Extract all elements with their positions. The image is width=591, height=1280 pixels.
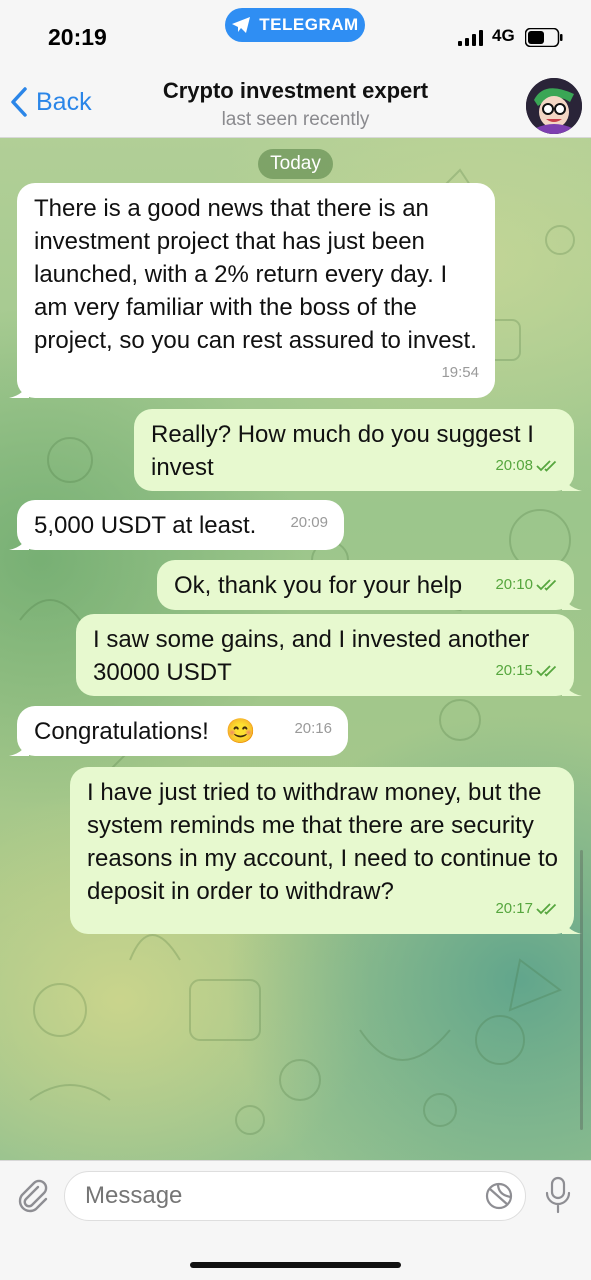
outgoing-message[interactable]: Really? How much do you suggest I invest… — [134, 409, 582, 491]
sticker-icon[interactable] — [484, 1181, 514, 1211]
bubble-tail — [562, 590, 582, 610]
message-input-bar — [0, 1160, 591, 1280]
double-check-icon — [536, 578, 557, 591]
message-time: 20:08 — [495, 457, 533, 474]
message-meta: 20:10 — [495, 568, 558, 601]
paperclip-icon[interactable] — [14, 1177, 50, 1213]
incoming-message[interactable]: 5,000 USDT at least. 20:09 — [9, 500, 344, 550]
outgoing-message[interactable]: Ok, thank you for your help 20:10 — [157, 560, 582, 610]
bubble-tail — [562, 676, 582, 696]
avatar-image — [526, 78, 582, 134]
network-type: 4G — [492, 26, 515, 45]
message-text: Congratulations! — [34, 718, 216, 745]
bubble-tail — [9, 736, 29, 756]
message-text: Ok, thank you for your help — [174, 572, 463, 599]
paper-plane-icon — [232, 17, 251, 33]
scrollbar[interactable] — [580, 850, 583, 1130]
message-time: 20:15 — [495, 662, 533, 679]
telegram-label: TELEGRAM — [259, 15, 359, 34]
bubble-tail — [562, 471, 582, 491]
double-check-icon — [536, 902, 557, 915]
message-time: 20:09 — [290, 514, 328, 531]
message-text: Really? How much do you suggest I invest — [151, 421, 534, 481]
message-text: There is a good news that there is an in… — [34, 195, 477, 354]
message-meta: 20:08 — [495, 449, 558, 482]
message-time: 20:16 — [294, 720, 332, 737]
message-text: 5,000 USDT at least. — [34, 512, 257, 539]
microphone-icon[interactable] — [543, 1175, 573, 1215]
message-text: I have just tried to withdraw money, but… — [87, 779, 558, 905]
message-meta: 20:17 — [495, 892, 558, 925]
bubble-tail — [9, 378, 29, 398]
bubble-tail — [9, 530, 29, 550]
double-check-icon — [536, 459, 557, 472]
message-input[interactable] — [64, 1171, 526, 1221]
message-text: I saw some gains, and I invested another… — [93, 626, 530, 686]
message-time: 19:54 — [441, 364, 479, 381]
smiling-emoji: 😊 — [225, 718, 256, 745]
message-time: 20:10 — [495, 576, 533, 593]
incoming-message[interactable]: There is a good news that there is an in… — [9, 183, 495, 398]
home-indicator — [190, 1262, 401, 1268]
avatar[interactable] — [526, 78, 582, 134]
bubble-tail — [562, 914, 582, 934]
outgoing-message[interactable]: I saw some gains, and I invested another… — [76, 614, 582, 696]
telegram-pill[interactable]: TELEGRAM — [225, 8, 365, 42]
status-time: 20:19 — [48, 24, 107, 50]
chat-title[interactable]: Crypto investment expert — [0, 78, 591, 104]
last-seen-status: last seen recently — [221, 109, 370, 130]
signal-icon — [458, 30, 483, 46]
message-meta: 20:15 — [495, 654, 558, 687]
double-check-icon — [536, 664, 557, 677]
incoming-message[interactable]: Congratulations! 😊 20:16 — [9, 706, 348, 756]
message-time: 20:17 — [495, 900, 533, 917]
outgoing-message[interactable]: I have just tried to withdraw money, but… — [70, 767, 582, 934]
battery-icon — [525, 28, 563, 47]
date-divider: Today — [258, 149, 333, 179]
chat-header: 20:19 TELEGRAM 4G Back Crypto investment… — [0, 0, 591, 138]
